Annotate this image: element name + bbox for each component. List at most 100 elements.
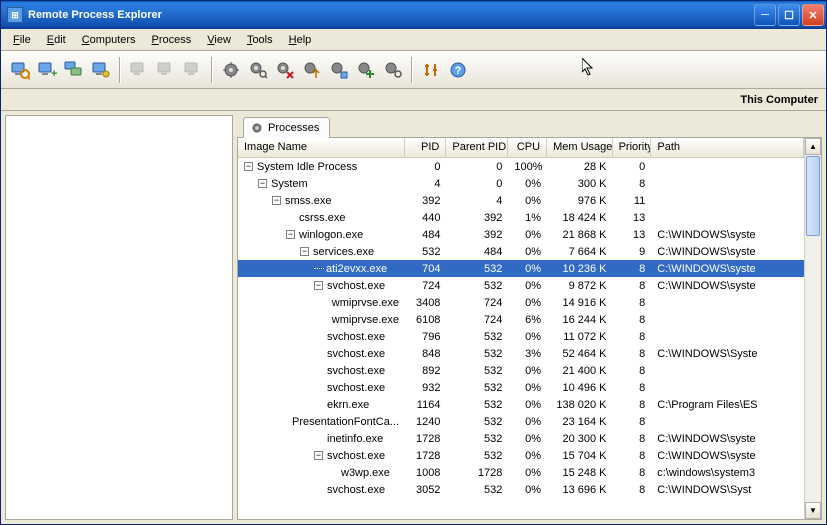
table-row[interactable]: inetinfo.exe17285320%20 300 K8C:\WINDOWS…: [238, 430, 804, 447]
titlebar[interactable]: ⊞ Remote Process Explorer ─ ☐ ✕: [1, 1, 826, 29]
column-header-pri[interactable]: Priority: [613, 138, 652, 157]
process-name-cell: svchost.exe: [238, 331, 405, 343]
column-header-cpu[interactable]: CPU: [508, 138, 547, 157]
menu-tools[interactable]: Tools: [239, 32, 281, 48]
table-row[interactable]: −winlogon.exe4843920%21 868 K13C:\WINDOW…: [238, 226, 804, 243]
cell-pid: 6108: [405, 314, 446, 326]
cell-pri: 8: [613, 280, 652, 292]
computers-tree[interactable]: [5, 115, 233, 520]
scroll-thumb[interactable]: [806, 156, 820, 236]
maximize-button[interactable]: ☐: [778, 4, 800, 26]
help-button[interactable]: ?: [445, 57, 471, 83]
toolbar-separator: [411, 57, 413, 83]
add-computer-button[interactable]: +: [34, 57, 60, 83]
column-header-name[interactable]: Image Name: [238, 138, 405, 157]
table-row[interactable]: wmiprvse.exe34087240%14 916 K8: [238, 294, 804, 311]
tab-processes[interactable]: Processes: [243, 117, 330, 138]
table-row[interactable]: w3wp.exe100817280%15 248 K8c:\windows\sy…: [238, 464, 804, 481]
this-computer-button[interactable]: [88, 57, 114, 83]
cell-cpu: 0%: [508, 280, 547, 292]
table-row[interactable]: −svchost.exe17285320%15 704 K8C:\WINDOWS…: [238, 447, 804, 464]
table-row[interactable]: csrss.exe4403921%18 424 K13: [238, 209, 804, 226]
cell-pri: 8: [613, 178, 652, 190]
computer-group-button[interactable]: [61, 57, 87, 83]
menu-view[interactable]: View: [199, 32, 239, 48]
table-row[interactable]: ekrn.exe11645320%138 020 K8C:\Program Fi…: [238, 396, 804, 413]
cell-ppid: 532: [446, 348, 508, 360]
tree-toggle[interactable]: −: [314, 451, 323, 460]
column-header-mem[interactable]: Mem Usage: [547, 138, 612, 157]
edit-computer-button: [180, 57, 206, 83]
process-affinity-button[interactable]: [326, 57, 352, 83]
process-settings-button[interactable]: [218, 57, 244, 83]
table-row[interactable]: svchost.exe8925320%21 400 K8: [238, 362, 804, 379]
scroll-up-button[interactable]: ▲: [805, 138, 821, 155]
toolbar-separator: [119, 57, 121, 83]
cell-mem: 14 916 K: [547, 297, 612, 309]
cell-path: C:\WINDOWS\syste: [651, 433, 804, 445]
table-row[interactable]: −services.exe5324840%7 664 K9C:\WINDOWS\…: [238, 243, 804, 260]
cell-pri: 8: [613, 263, 652, 275]
cell-pri: 0: [613, 161, 652, 173]
cell-pid: 848: [405, 348, 446, 360]
process-name-cell: inetinfo.exe: [238, 433, 405, 445]
cell-pri: 8: [613, 314, 652, 326]
column-header-path[interactable]: Path: [651, 138, 804, 157]
cell-mem: 138 020 K: [547, 399, 612, 411]
vertical-scrollbar[interactable]: ▲ ▼: [804, 138, 821, 519]
column-header-ppid[interactable]: Parent PID: [446, 138, 508, 157]
menu-help[interactable]: Help: [281, 32, 320, 48]
cell-mem: 15 248 K: [547, 467, 612, 479]
process-info-button[interactable]: [380, 57, 406, 83]
minimize-button[interactable]: ─: [754, 4, 776, 26]
process-name-cell: svchost.exe: [238, 484, 405, 496]
kill-process-button[interactable]: [272, 57, 298, 83]
table-row[interactable]: svchost.exe30525320%13 696 K8C:\WINDOWS\…: [238, 481, 804, 498]
column-header-pid[interactable]: PID: [405, 138, 446, 157]
process-name: svchost.exe: [327, 484, 385, 496]
find-computer-button[interactable]: [7, 57, 33, 83]
scroll-down-button[interactable]: ▼: [805, 502, 821, 519]
cell-pid: 1164: [405, 399, 446, 411]
table-row[interactable]: −System Idle Process00100%28 K0: [238, 158, 804, 175]
tree-toggle[interactable]: −: [286, 230, 295, 239]
cell-pid: 4: [405, 178, 446, 190]
menu-edit[interactable]: Edit: [39, 32, 74, 48]
cell-path: C:\WINDOWS\Syst: [651, 484, 804, 496]
options-button[interactable]: [418, 57, 444, 83]
cell-ppid: 392: [446, 212, 508, 224]
table-row[interactable]: svchost.exe7965320%11 072 K8: [238, 328, 804, 345]
menu-process[interactable]: Process: [144, 32, 200, 48]
table-row[interactable]: svchost.exe8485323%52 464 K8C:\WINDOWS\S…: [238, 345, 804, 362]
find-process-button[interactable]: [245, 57, 271, 83]
cell-cpu: 3%: [508, 348, 547, 360]
tree-toggle[interactable]: −: [244, 162, 253, 171]
process-priority-button[interactable]: [299, 57, 325, 83]
table-row[interactable]: −svchost.exe7245320%9 872 K8C:\WINDOWS\s…: [238, 277, 804, 294]
table-row[interactable]: svchost.exe9325320%10 496 K8: [238, 379, 804, 396]
cell-ppid: 532: [446, 263, 508, 275]
disconnect-button: [153, 57, 179, 83]
cell-pid: 392: [405, 195, 446, 207]
menu-file[interactable]: File: [5, 32, 39, 48]
table-row[interactable]: PresentationFontCa...12405320%23 164 K8: [238, 413, 804, 430]
cell-cpu: 0%: [508, 484, 547, 496]
close-button[interactable]: ✕: [802, 4, 824, 26]
table-row[interactable]: −smss.exe39240%976 K11: [238, 192, 804, 209]
process-name-cell: −svchost.exe: [238, 450, 405, 462]
process-name-cell: −winlogon.exe: [238, 229, 405, 241]
tree-toggle[interactable]: −: [258, 179, 267, 188]
table-row[interactable]: wmiprvse.exe61087246%16 244 K8: [238, 311, 804, 328]
process-name-cell: wmiprvse.exe: [238, 297, 405, 309]
window-title: Remote Process Explorer: [28, 9, 754, 21]
tree-toggle[interactable]: −: [300, 247, 309, 256]
cell-cpu: 0%: [508, 178, 547, 190]
table-row[interactable]: ati2evxx.exe7045320%10 236 K8C:\WINDOWS\…: [238, 260, 804, 277]
cell-cpu: 100%: [508, 161, 547, 173]
new-process-button[interactable]: [353, 57, 379, 83]
cell-mem: 52 464 K: [547, 348, 612, 360]
tree-toggle[interactable]: −: [272, 196, 281, 205]
menu-computers[interactable]: Computers: [74, 32, 144, 48]
table-row[interactable]: −System400%300 K8: [238, 175, 804, 192]
tree-toggle[interactable]: −: [314, 281, 323, 290]
